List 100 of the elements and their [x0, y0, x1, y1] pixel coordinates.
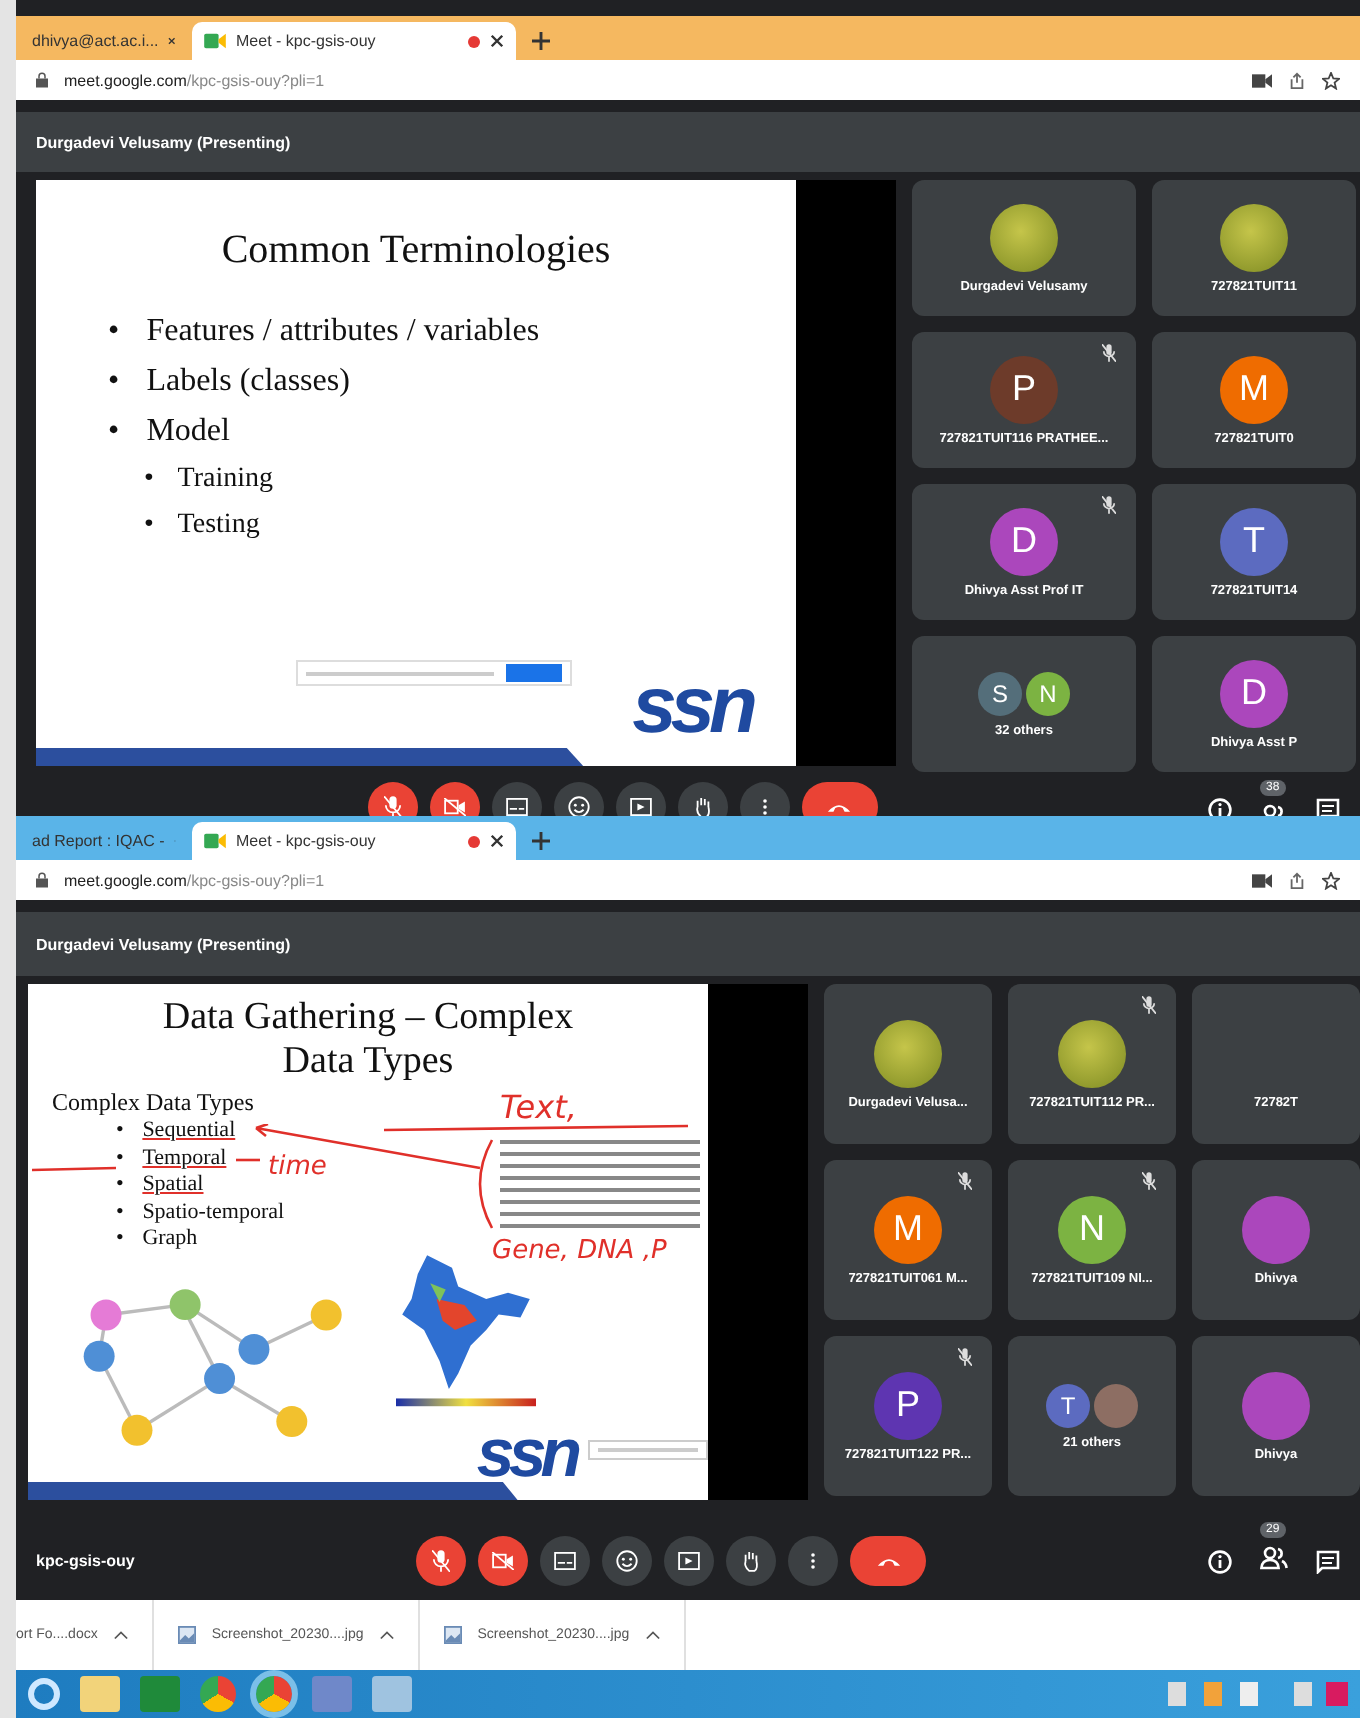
- new-tab-icon[interactable]: [532, 832, 550, 850]
- avatar-initial: D: [990, 507, 1058, 575]
- browser-tab[interactable]: Meet - kpc-gsis-ouy: [192, 22, 516, 60]
- avatar-initial: D: [1220, 659, 1288, 727]
- bullet-marker: •: [108, 412, 122, 452]
- url-text: meet.google.com/kpc-gsis-ouy?pli=1: [64, 71, 325, 89]
- bullet-marker: •: [108, 362, 122, 402]
- image-file-icon: [177, 1626, 196, 1644]
- avatar-photo: [1058, 1019, 1126, 1087]
- more-icon: [810, 1550, 817, 1572]
- url-text: meet.google.com/kpc-gsis-ouy?pli=1: [64, 871, 325, 889]
- people-icon[interactable]: [1260, 1545, 1288, 1569]
- handwritten-note: Text,: [500, 1088, 577, 1126]
- slide-title: Common Terminologies: [219, 228, 613, 274]
- image-file-icon: [443, 1626, 462, 1644]
- present-screen-icon: [629, 798, 651, 816]
- avatar-photo: [1220, 203, 1288, 271]
- avatar-photo: [990, 203, 1058, 271]
- bullet-text: Graph: [142, 1226, 198, 1250]
- chat-icon[interactable]: [1316, 1549, 1340, 1573]
- bullet-text: Labels (classes): [146, 364, 350, 398]
- bullet-marker: •: [116, 1145, 126, 1172]
- phone-hangup-icon: [826, 801, 852, 813]
- video-camera-icon: [204, 32, 226, 50]
- bullet-marker: •: [108, 312, 122, 352]
- browser-tab[interactable]: dhivya@act.ac.i...: [20, 22, 188, 60]
- camera-icon: [443, 798, 465, 816]
- bullet-text: Model: [146, 414, 230, 448]
- emoji-button[interactable]: [602, 1536, 653, 1586]
- browser-tab[interactable]: Meet - kpc-gsis-ouy: [192, 822, 516, 860]
- present-screen-icon: [678, 1552, 701, 1570]
- present-button[interactable]: [664, 1536, 715, 1586]
- more-icon: [761, 796, 767, 816]
- share-icon[interactable]: [1288, 871, 1306, 889]
- slide-subtitle: Complex Data Types: [52, 1088, 254, 1118]
- close-icon[interactable]: [490, 834, 504, 848]
- bullet-marker: •: [116, 1118, 126, 1145]
- camera-button[interactable]: [478, 1536, 529, 1586]
- handwritten-note: Gene, DNA ,P: [492, 1236, 667, 1266]
- captions-button[interactable]: [540, 1536, 591, 1586]
- address-bar[interactable]: meet.google.com/kpc-gsis-ouy?pli=1: [16, 60, 1360, 100]
- address-bar[interactable]: meet.google.com/kpc-gsis-ouy?pli=1: [16, 860, 1360, 900]
- handwritten-note: time: [268, 1152, 327, 1182]
- share-icon[interactable]: [1288, 71, 1306, 89]
- bullet-text: Features / attributes / variables: [146, 314, 540, 348]
- end-call-button[interactable]: [850, 1536, 927, 1586]
- hand-icon: [742, 1550, 761, 1572]
- avatar-photo: [874, 1019, 942, 1087]
- avatar-initial: M: [874, 1195, 942, 1263]
- microphone-button[interactable]: [416, 1536, 467, 1586]
- logo-text: ssn: [476, 1420, 576, 1488]
- tab-title: dhivya@act.ac.i...: [32, 32, 159, 50]
- microphone-icon: [383, 796, 401, 816]
- info-icon[interactable]: [1208, 798, 1232, 816]
- lock-icon: [36, 872, 48, 888]
- bullet-text: Testing: [177, 510, 260, 540]
- avatar-initial: M: [1220, 355, 1288, 423]
- bullet-marker: •: [144, 508, 156, 544]
- bullet-marker: •: [144, 462, 156, 498]
- avatar-initial: P: [874, 1371, 942, 1439]
- avatar-initial: N: [1026, 671, 1070, 715]
- avatar-initial: T: [1046, 1383, 1090, 1427]
- avatar-initial: S: [978, 671, 1022, 715]
- raise-hand-button[interactable]: [726, 1536, 777, 1586]
- video-camera-icon[interactable]: [1252, 73, 1272, 87]
- browser-tab[interactable]: ad Report : IQAC -: [20, 822, 188, 860]
- microphone-icon: [432, 1550, 451, 1572]
- bullet-marker: •: [116, 1226, 126, 1253]
- new-tab-icon[interactable]: [532, 32, 550, 50]
- bullet-text: Training: [177, 464, 274, 494]
- tab-title: ad Report : IQAC -: [32, 832, 165, 850]
- avatar-initial: P: [990, 355, 1058, 423]
- caret-icon: [645, 1630, 660, 1640]
- star-icon[interactable]: [1322, 871, 1340, 889]
- caret-icon: [379, 1630, 394, 1640]
- presenter-name: Durgadevi Velusamy (Presenting): [36, 935, 291, 953]
- close-icon[interactable]: [490, 34, 504, 48]
- star-icon[interactable]: [1322, 71, 1340, 89]
- bullet-text: Sequential: [142, 1118, 236, 1142]
- chat-icon[interactable]: [1316, 798, 1340, 816]
- close-icon[interactable]: [168, 34, 176, 48]
- hand-icon: [693, 796, 711, 816]
- bullet-marker: •: [116, 1172, 126, 1199]
- bullet-marker: •: [116, 1199, 126, 1226]
- tab-title: Meet - kpc-gsis-ouy: [236, 832, 378, 850]
- bullet-text: Spatial: [142, 1172, 204, 1196]
- captions-icon: [554, 1552, 577, 1570]
- caret-icon: [113, 1630, 128, 1640]
- captions-icon: [505, 798, 527, 816]
- browser-e-icon[interactable]: [28, 1678, 60, 1710]
- camera-icon: [492, 1552, 515, 1570]
- info-icon[interactable]: [1208, 1549, 1232, 1573]
- avatar-initial: N: [1058, 1195, 1126, 1263]
- video-camera-icon: [204, 832, 226, 850]
- round-browser-icon[interactable]: [200, 1676, 236, 1712]
- smiley-icon: [616, 1550, 639, 1572]
- video-camera-icon[interactable]: [1252, 873, 1272, 887]
- smiley-icon: [567, 796, 589, 816]
- slide-title: Data Gathering – Complex Data Types: [160, 996, 576, 1084]
- system-tray-icons[interactable]: [1168, 1682, 1348, 1706]
